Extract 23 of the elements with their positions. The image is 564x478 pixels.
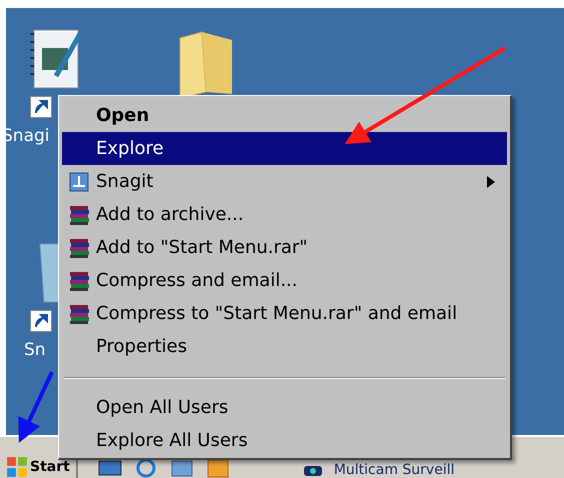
menu-item[interactable]: Compress to "Start Menu.rar" and email (62, 297, 507, 330)
annotation-arrow (18, 371, 54, 443)
browser-icon[interactable] (134, 458, 158, 478)
menu-item[interactable]: Snagit (62, 165, 507, 198)
window-icon[interactable] (170, 458, 194, 478)
books-archive-icon (68, 302, 90, 324)
menu-item[interactable]: Explore All Users (62, 424, 507, 457)
books-archive-icon (68, 204, 90, 226)
menu-item[interactable]: Explore (62, 132, 507, 165)
books-archive-icon (68, 270, 90, 292)
menu-item[interactable]: Compress and email... (62, 264, 507, 297)
app-icon[interactable] (206, 458, 230, 478)
menu-item[interactable]: Open All Users (62, 391, 507, 424)
menu-item[interactable]: Add to "Start Menu.rar" (62, 231, 507, 264)
menu-item[interactable]: Open (62, 99, 507, 132)
menu-item[interactable]: Properties (62, 330, 507, 363)
submenu-arrow-icon (487, 176, 495, 188)
taskbar-window-button[interactable]: Multicam Surveill (302, 462, 454, 478)
desktop-icon-label: Sn (24, 340, 46, 360)
windows-logo-icon (6, 456, 28, 478)
menu-item[interactable]: Add to archive... (62, 198, 507, 231)
books-archive-icon (68, 236, 90, 258)
desktop-icon[interactable] (98, 458, 122, 478)
